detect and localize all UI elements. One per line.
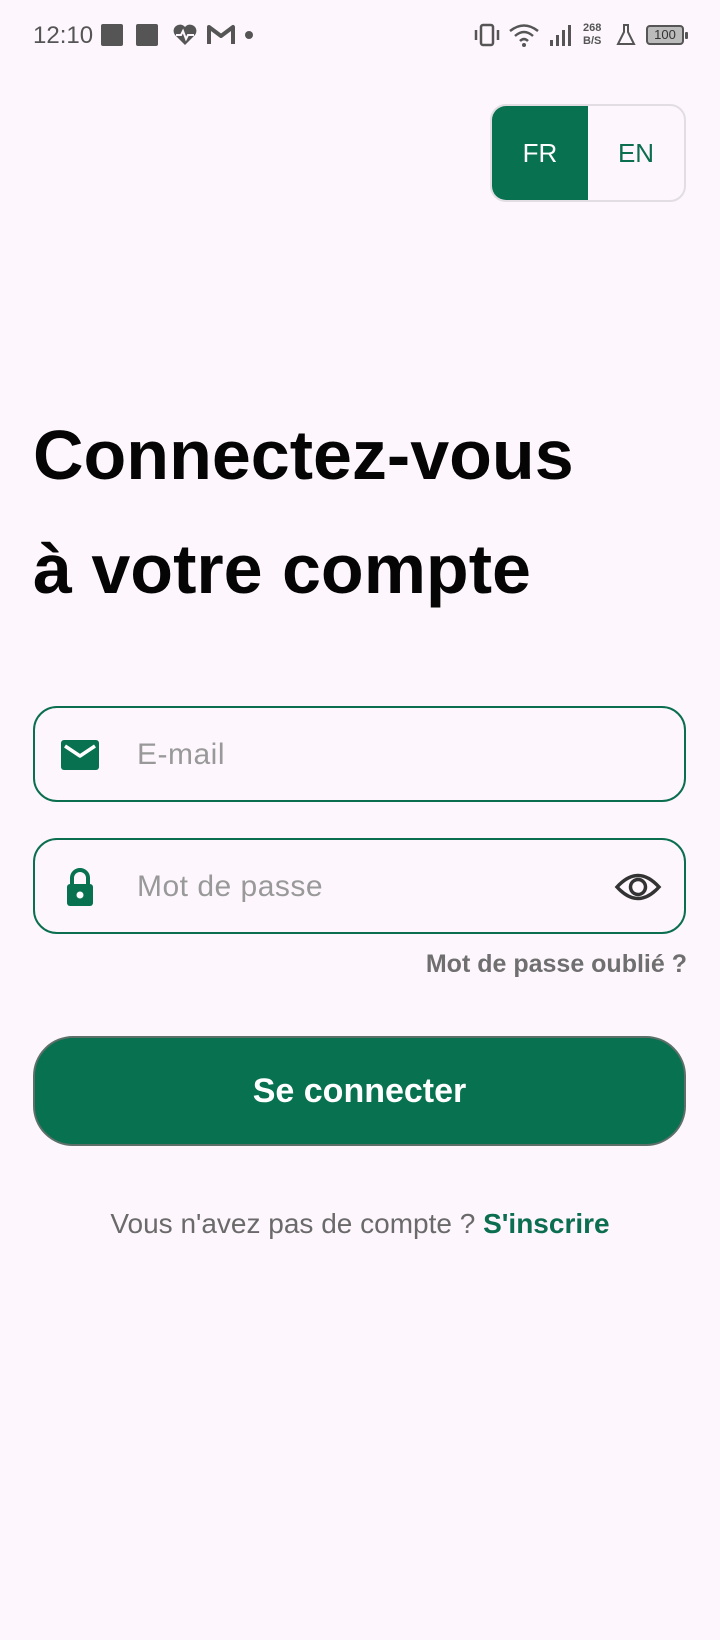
dot-icon [245, 31, 253, 39]
email-field[interactable] [33, 706, 686, 802]
status-bar: 12:10 268 B/S 100 [0, 0, 720, 72]
email-input[interactable] [135, 726, 579, 784]
gmail-icon [207, 25, 235, 44]
login-button[interactable]: Se connecter [33, 1036, 686, 1146]
language-option-fr[interactable]: FR [492, 106, 588, 200]
password-field[interactable] [33, 838, 686, 934]
notification-square-icon [136, 24, 158, 46]
signup-prompt: Vous n'avez pas de compte ? [110, 1208, 476, 1239]
signup-link[interactable]: S'inscrire [483, 1208, 610, 1239]
page-title: Connectez-vous à votre compte [33, 398, 693, 626]
page-title-line-2: à votre compte [33, 530, 531, 608]
notification-square-icon [101, 24, 123, 46]
battery-icon: 100 [646, 25, 688, 45]
password-input[interactable] [135, 858, 579, 916]
envelope-icon [61, 740, 99, 770]
page-title-line-1: Connectez-vous [33, 416, 574, 494]
network-speed-unit: B/S [583, 35, 602, 47]
vibrate-icon [474, 23, 500, 47]
flask-icon [616, 24, 636, 45]
language-toggle: FR EN [490, 104, 686, 202]
language-option-en[interactable]: EN [588, 106, 684, 200]
network-speed: 268 B/S [583, 22, 601, 48]
signal-icon [550, 25, 571, 46]
forgot-password-link[interactable]: Mot de passe oublié ? [426, 950, 687, 979]
battery-level: 100 [654, 27, 676, 42]
wifi-icon [509, 24, 539, 47]
lock-icon [67, 868, 93, 906]
eye-icon[interactable] [614, 866, 662, 908]
network-speed-value: 268 [583, 22, 602, 34]
heart-rate-icon [173, 24, 197, 45]
status-time: 12:10 [33, 22, 94, 49]
signup-row: Vous n'avez pas de compte ? S'inscrire [0, 1208, 720, 1240]
